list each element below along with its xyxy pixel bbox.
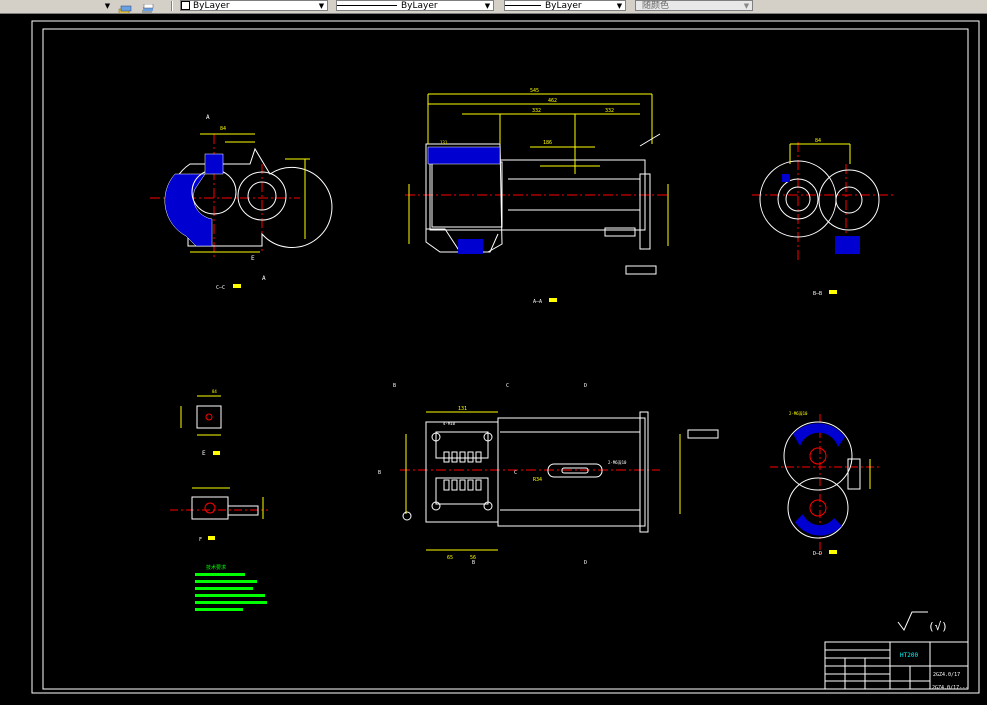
view-label-cc: C–C: [216, 285, 225, 291]
dim-462: 462: [548, 98, 557, 104]
color-dropdown[interactable]: ByLayer ▼: [180, 0, 328, 11]
title-scale-line: 2GZ4.0/17---: [932, 685, 968, 691]
cut-label-c-side: C: [514, 470, 517, 476]
dim-186: 186: [543, 140, 552, 146]
dim-131: 131: [440, 140, 448, 145]
properties-toolbar: ▼ ByLayer ▼ ByLayer ▼ ByLayer ▼ 随颜色 ▼: [0, 0, 987, 14]
cut-label-e: E: [251, 255, 255, 262]
dim-overall: 545: [530, 88, 539, 94]
note-dd-holes: 2-M6深10: [789, 410, 808, 416]
cut-label-b-top: B: [393, 383, 396, 389]
view-label-f: F: [199, 537, 202, 543]
surface-finish-text: (√): [928, 620, 948, 633]
dim-332-b: 332: [605, 108, 614, 114]
dim-332-a: 332: [532, 108, 541, 114]
cut-label-a-bottom: A: [262, 275, 266, 282]
linetype-sample: [337, 5, 397, 6]
chevron-down-icon: ▼: [743, 2, 750, 10]
color-swatch-icon: [181, 1, 190, 10]
chevron-down-icon: ▼: [484, 2, 491, 10]
dim-lower-65: 65: [447, 555, 453, 561]
cut-label-d-top: D: [584, 383, 587, 389]
dropdown-arrow-icon[interactable]: ▼: [103, 1, 112, 11]
view-label-dd: D–D: [813, 551, 822, 557]
chevron-down-icon: ▼: [318, 2, 325, 10]
layer-manager-icon[interactable]: [118, 0, 132, 13]
dim-e: 84: [212, 389, 217, 394]
tech-notes-title: 技术要求: [206, 564, 226, 571]
plotstyle-dropdown: 随颜色 ▼: [635, 0, 753, 11]
view-label-aa: A–A: [533, 299, 542, 305]
dim-cc-width: 84: [220, 126, 226, 132]
linetype-value: ByLayer: [401, 1, 438, 11]
cut-label-d-bottom: D: [584, 560, 587, 566]
title-material: HT200: [900, 652, 918, 659]
linetype-dropdown[interactable]: ByLayer ▼: [336, 0, 494, 11]
dim-lower-131: 131: [458, 406, 467, 412]
color-value: ByLayer: [193, 1, 230, 11]
chevron-down-icon: ▼: [616, 2, 623, 10]
lineweight-value: ByLayer: [545, 1, 582, 11]
lineweight-dropdown[interactable]: ByLayer ▼: [504, 0, 626, 11]
dim-bb-width: 84: [815, 138, 821, 144]
cut-label-a-top: A: [206, 114, 210, 121]
note-4-m10: 4-M10: [443, 421, 456, 426]
note-2-m6: 2-M6深10: [608, 459, 627, 465]
cut-label-b-bottom: B: [472, 560, 475, 566]
layer-state-icon[interactable]: [140, 0, 154, 13]
view-label-bb: B–B: [813, 291, 822, 297]
drawing-canvas[interactable]: 84 A A E C–C 545 462 332 332 186 131 A–A…: [0, 14, 987, 705]
view-label-e: E: [202, 450, 206, 457]
cut-label-c-top: C: [506, 383, 509, 389]
title-drawing-number: 2GZ4.0/17: [933, 672, 960, 678]
cut-label-b-side: B: [378, 470, 381, 476]
lineweight-sample: [505, 5, 541, 6]
plotstyle-value: 随颜色: [642, 1, 670, 11]
dim-r34: R34: [533, 477, 542, 483]
